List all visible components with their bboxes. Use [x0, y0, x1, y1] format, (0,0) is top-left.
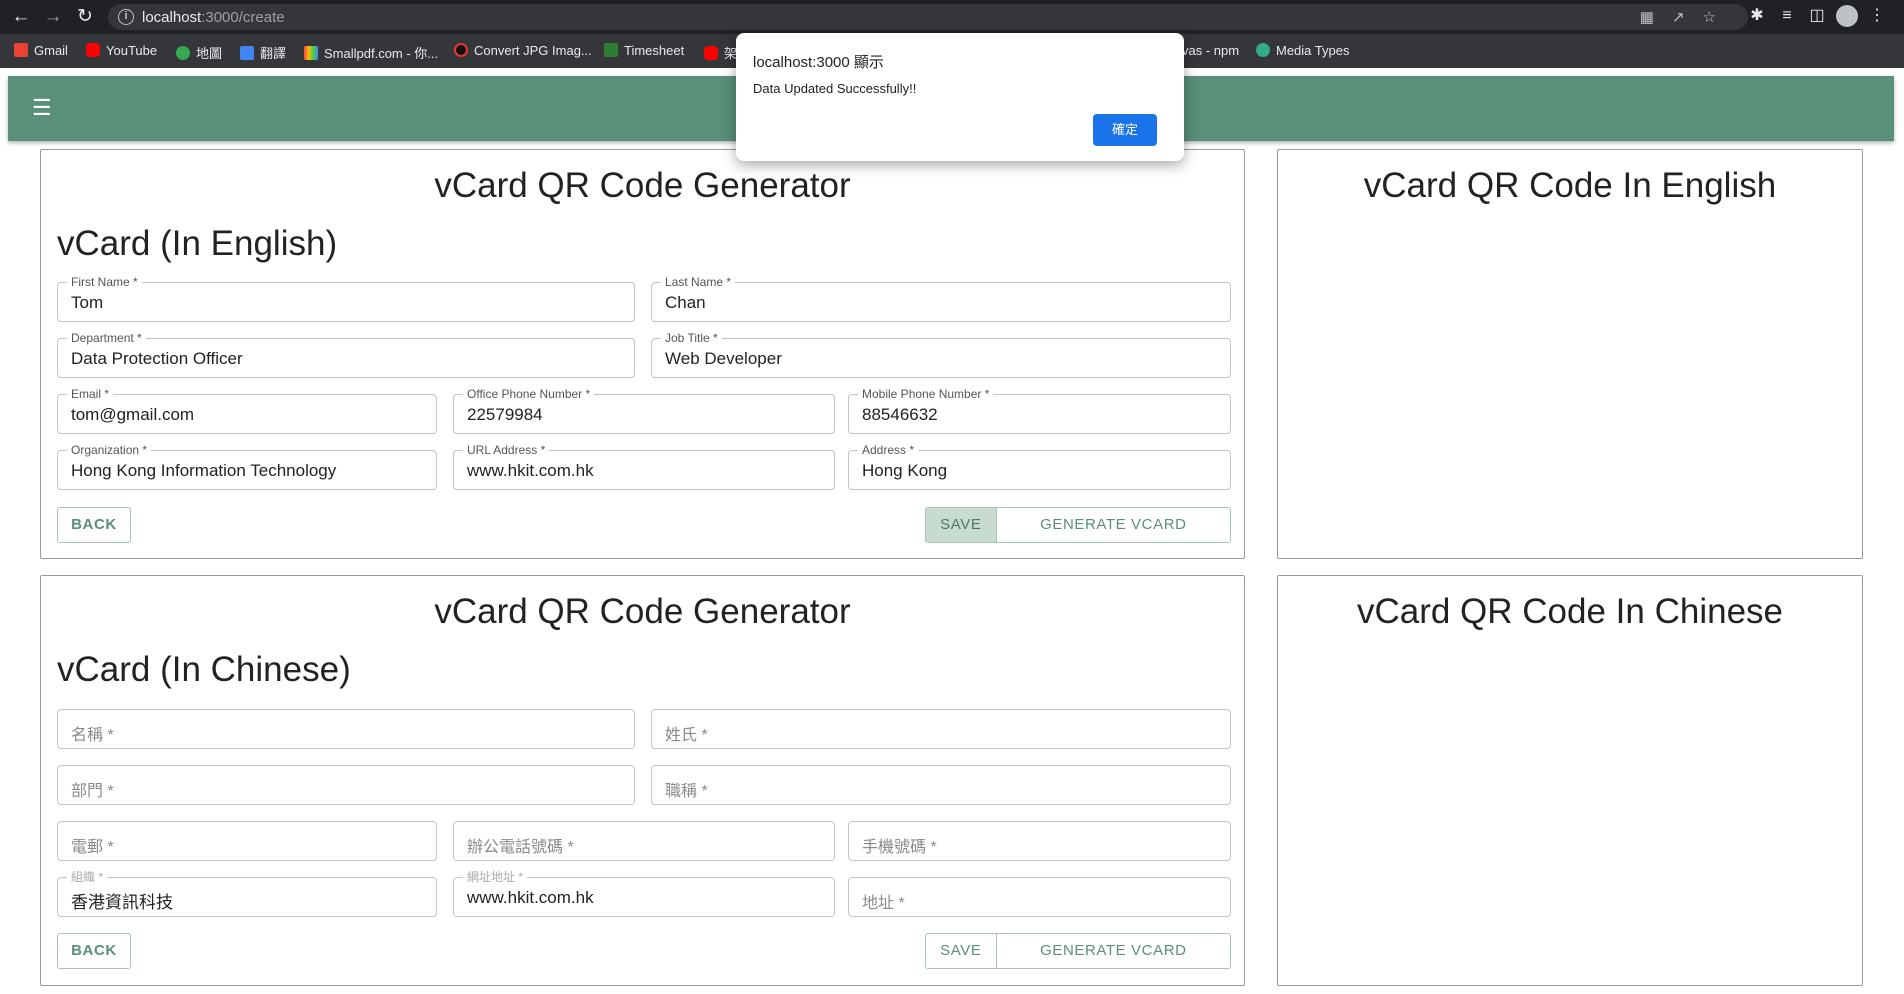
smallpdf-icon — [304, 46, 318, 60]
bookmark-youtube-2[interactable]: 架 — [704, 43, 737, 62]
last-name-field[interactable]: Last Name * Chan — [651, 275, 1231, 322]
reading-list-icon[interactable]: ≡ — [1772, 7, 1802, 25]
chinese-form-title: vCard QR Code Generator — [434, 592, 851, 631]
site-info-icon[interactable]: i — [118, 9, 134, 25]
bookmark-convert-jpg[interactable]: Convert JPG Imag... — [454, 43, 592, 58]
maps-pin-icon — [176, 46, 190, 60]
generate-qrcode-button[interactable]: GENERATE VCARD QRCODE — [995, 508, 1230, 542]
bookmark-maps[interactable]: 地圖 — [176, 43, 222, 62]
translate-app-icon — [240, 46, 254, 60]
dialog-ok-button[interactable]: 確定 — [1093, 114, 1157, 146]
chinese-first-name-field[interactable]: 名稱 * — [57, 709, 635, 749]
chinese-action-button-group: SAVE GENERATE VCARD QRCODE — [925, 933, 1231, 969]
dialog-message: Data Updated Successfully!! — [753, 81, 917, 96]
alert-dialog: localhost:3000 顯示 Data Updated Successfu… — [736, 33, 1184, 161]
reload-icon[interactable]: ↻ — [74, 6, 96, 28]
menu-hamburger-icon[interactable]: ☰ — [32, 97, 52, 119]
browser-toolbar: ← → ↻ i localhost:3000/create ▦↗☆ ✱ ≡ ◫ ⋮ — [0, 0, 1904, 34]
omnibox-actions: ▦↗☆ — [1640, 8, 1734, 26]
chinese-url-field[interactable]: 網址地址 * www.hkit.com.hk — [453, 870, 835, 917]
share-icon[interactable]: ↗ — [1672, 9, 1703, 26]
bookmark-timesheet[interactable]: Timesheet — [604, 43, 684, 58]
qr-chinese-card: vCard QR Code In Chinese — [1277, 575, 1863, 986]
youtube-icon — [86, 43, 100, 57]
chinese-form-card: vCard QR Code Generator vCard (In Chines… — [40, 575, 1245, 986]
office-phone-field[interactable]: Office Phone Number * 22579984 — [453, 387, 835, 434]
first-name-field[interactable]: First Name * Tom — [57, 275, 635, 322]
job-title-field[interactable]: Job Title * Web Developer — [651, 331, 1231, 378]
globe-icon — [1256, 43, 1270, 57]
chinese-save-button[interactable]: SAVE — [926, 934, 996, 968]
address-bar[interactable]: i localhost:3000/create ▦↗☆ — [108, 4, 1748, 30]
organization-field[interactable]: Organization * Hong Kong Information Tec… — [57, 443, 437, 490]
english-form-card: vCard QR Code Generator vCard (In Englis… — [40, 149, 1245, 559]
chinese-mobile-phone-field[interactable]: 手機號碼 * — [848, 821, 1231, 861]
gmail-icon — [14, 43, 28, 57]
url-field[interactable]: URL Address * www.hkit.com.hk — [453, 443, 835, 490]
back-button[interactable]: BACK — [57, 507, 131, 543]
department-field[interactable]: Department * Data Protection Officer — [57, 331, 635, 378]
chinese-department-field[interactable]: 部門 * — [57, 765, 635, 805]
bookmark-smallpdf[interactable]: Smallpdf.com - 你... — [304, 43, 438, 62]
chinese-back-button[interactable]: BACK — [57, 933, 131, 969]
menu-kebab-icon[interactable]: ⋮ — [1862, 5, 1892, 25]
forward-arrow-icon[interactable]: → — [42, 6, 64, 28]
address-field[interactable]: Address * Hong Kong — [848, 443, 1231, 490]
back-arrow-icon[interactable]: ← — [10, 6, 32, 28]
chinese-last-name-field[interactable]: 姓氏 * — [651, 709, 1231, 749]
bookmark-media-types[interactable]: Media Types — [1256, 43, 1349, 58]
extensions-icon[interactable]: ✱ — [1742, 5, 1772, 25]
qr-english-card: vCard QR Code In English — [1277, 149, 1863, 559]
qr-chinese-title: vCard QR Code In Chinese — [1356, 592, 1784, 631]
chinese-address-field[interactable]: 地址 * — [848, 877, 1231, 917]
bookmark-star-icon[interactable]: ☆ — [1703, 9, 1734, 26]
timesheet-icon — [604, 43, 618, 57]
email-field[interactable]: Email * tom@gmail.com — [57, 387, 437, 434]
chinese-email-field[interactable]: 電郵 * — [57, 821, 437, 861]
bookmark-gmail[interactable]: Gmail — [14, 43, 68, 58]
translate-icon[interactable]: ▦ — [1640, 9, 1672, 26]
chinese-generate-qrcode-button[interactable]: GENERATE VCARD QRCODE — [995, 934, 1230, 968]
dialog-title: localhost:3000 顯示 — [753, 54, 884, 71]
url-text: localhost:3000/create — [142, 9, 285, 26]
english-form-subtitle: vCard (In English) — [57, 224, 338, 263]
convert-icon — [454, 43, 468, 57]
side-panel-icon[interactable]: ◫ — [1802, 5, 1832, 25]
profile-avatar[interactable] — [1832, 5, 1862, 27]
bookmark-youtube[interactable]: YouTube — [86, 43, 157, 58]
bookmark-translate[interactable]: 翻譯 — [240, 43, 286, 62]
chinese-job-title-field[interactable]: 職稱 * — [651, 765, 1231, 805]
english-form-title: vCard QR Code Generator — [434, 166, 851, 205]
mobile-phone-field[interactable]: Mobile Phone Number * 88546632 — [848, 387, 1231, 434]
chinese-office-phone-field[interactable]: 辦公電話號碼 * — [453, 821, 835, 861]
action-button-group: SAVE GENERATE VCARD QRCODE — [925, 507, 1231, 543]
chinese-form-subtitle: vCard (In Chinese) — [57, 650, 351, 689]
youtube-icon — [704, 46, 718, 60]
browser-actions: ✱ ≡ ◫ ⋮ — [1742, 5, 1892, 27]
bookmark-npm[interactable]: vas - npm — [1182, 43, 1239, 58]
save-button[interactable]: SAVE — [926, 508, 996, 542]
qr-english-title: vCard QR Code In English — [1363, 166, 1777, 205]
chinese-organization-field[interactable]: 組織 * 香港資訊科技 — [57, 870, 437, 917]
